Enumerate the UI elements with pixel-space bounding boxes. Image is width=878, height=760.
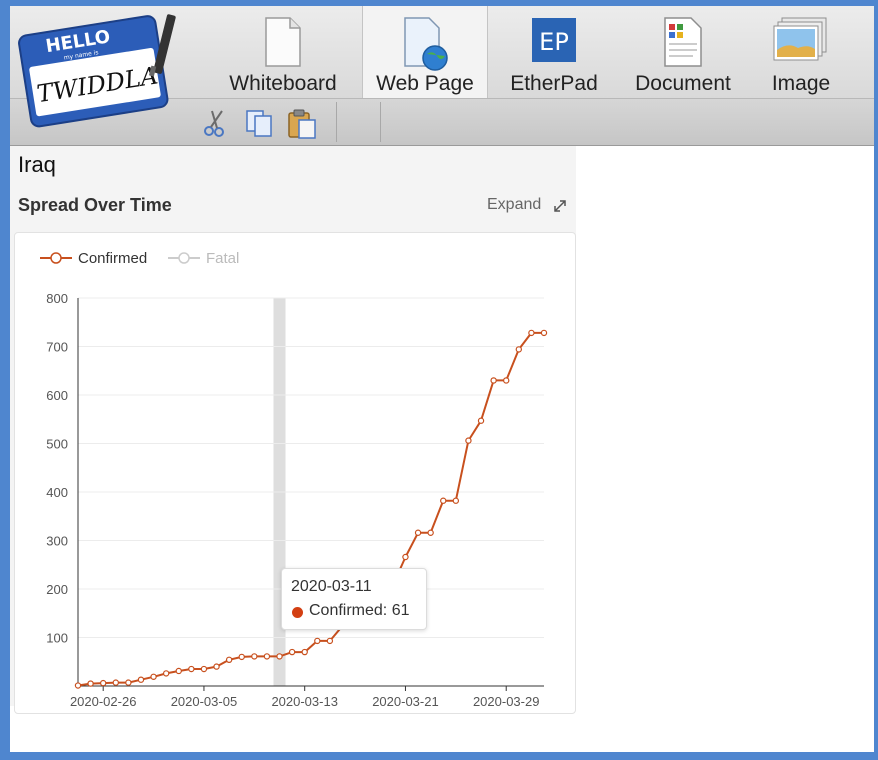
tab-whiteboard-label: Whiteboard: [229, 72, 337, 95]
tab-web-page-label: Web Page: [376, 72, 474, 95]
tab-whiteboard[interactable]: Whiteboard: [212, 6, 354, 98]
y-tick-label: 100: [46, 631, 68, 646]
confirmed-data-point: [74, 682, 82, 689]
y-tick-label: 700: [46, 340, 68, 355]
confirmed-data-point: [162, 670, 170, 677]
confirmed-data-point: [188, 665, 195, 673]
y-tick-label: 800: [46, 291, 68, 306]
confirmed-data-point: [452, 497, 460, 504]
tab-image[interactable]: Image: [756, 6, 846, 98]
tab-web-page[interactable]: Web Page: [362, 6, 488, 98]
legend-confirmed-label: Confirmed: [78, 250, 147, 267]
y-tick-label: 300: [46, 534, 68, 549]
confirmed-data-point: [238, 653, 245, 661]
confirmed-data-point: [99, 679, 107, 687]
confirmed-data-point: [137, 676, 145, 683]
confirmed-data-point: [225, 656, 233, 664]
confirmed-data-point: [477, 417, 485, 424]
confirmed-data-point: [414, 529, 422, 536]
expand-icon[interactable]: [552, 198, 568, 214]
paste-icon[interactable]: [286, 108, 318, 140]
cut-icon[interactable]: [202, 108, 228, 138]
tab-image-label: Image: [771, 72, 831, 95]
y-tick-label: 200: [46, 582, 68, 597]
legend-confirmed[interactable]: Confirmed: [40, 250, 147, 267]
confirmed-data-point: [288, 648, 296, 656]
tab-etherpad-label: EtherPad: [510, 72, 598, 95]
x-tick-label: 2020-03-05: [171, 694, 238, 709]
chart-tooltip: 2020-03-11 Confirmed: 61: [281, 568, 427, 630]
confirmed-data-point: [440, 497, 447, 504]
etherpad-icon: EP: [532, 18, 576, 62]
document-icon: [664, 17, 702, 67]
blank-page-icon: [265, 17, 301, 67]
confirmed-data-point: [402, 553, 409, 561]
confirmed-data-point: [175, 667, 182, 675]
toolbar-separator: [336, 102, 337, 142]
confirmed-data-point: [87, 680, 94, 687]
spread-line-chart: Confirmed Fatal 100 200 300 400 500 600 700 800…: [40, 250, 548, 709]
confirmed-series-line: [77, 331, 544, 687]
confirmed-data-point: [326, 637, 334, 645]
legend-fatal-label: Fatal: [206, 250, 239, 267]
confirmed-data-point: [503, 377, 510, 384]
confirmed-data-point: [251, 653, 258, 660]
confirmed-data-point: [528, 329, 535, 337]
etherpad-icon-text: EP: [539, 28, 569, 56]
confirmed-data-point: [213, 663, 220, 670]
tooltip-value: Confirmed: 61: [309, 602, 410, 619]
web-page-globe-icon: [404, 17, 448, 71]
copy-icon[interactable]: [244, 108, 274, 138]
tooltip-series-dot: [292, 607, 303, 618]
legend-fatal[interactable]: Fatal: [168, 250, 239, 267]
toolbar-separator: [380, 102, 381, 142]
confirmed-data-point: [276, 653, 283, 660]
confirmed-data-point: [150, 673, 157, 680]
confirmed-data-point: [125, 679, 132, 686]
country-title: Iraq: [18, 152, 56, 177]
tab-document-label: Document: [635, 72, 731, 95]
confirmed-data-point: [490, 377, 497, 384]
twiddla-logo[interactable]: HELLO my name is TWIDDLA: [16, 10, 186, 128]
confirmed-data-point: [314, 637, 321, 645]
confirmed-data-point: [427, 529, 434, 536]
confirmed-data-point: [301, 648, 308, 656]
confirmed-data-point: [465, 437, 472, 444]
confirmed-data-point: [540, 329, 548, 337]
y-tick-label: 600: [46, 388, 68, 403]
tooltip-date: 2020-03-11: [291, 578, 372, 595]
expand-link[interactable]: Expand: [487, 196, 541, 214]
confirmed-data-point: [515, 346, 523, 353]
x-tick-label: 2020-03-29: [473, 694, 540, 709]
x-tick-label: 2020-03-21: [372, 694, 439, 709]
confirmed-data-point: [112, 679, 119, 686]
tab-document[interactable]: Document: [620, 6, 746, 98]
y-tick-label: 400: [46, 485, 68, 500]
x-tick-label: 2020-02-26: [70, 694, 137, 709]
tab-etherpad[interactable]: EP EtherPad: [498, 6, 610, 98]
confirmed-data-point: [263, 653, 271, 660]
image-icon: [773, 17, 827, 61]
x-tick-label: 2020-03-13: [271, 694, 338, 709]
y-tick-label: 500: [46, 437, 68, 452]
confirmed-data-point: [200, 665, 208, 673]
section-title: Spread Over Time: [18, 195, 172, 215]
